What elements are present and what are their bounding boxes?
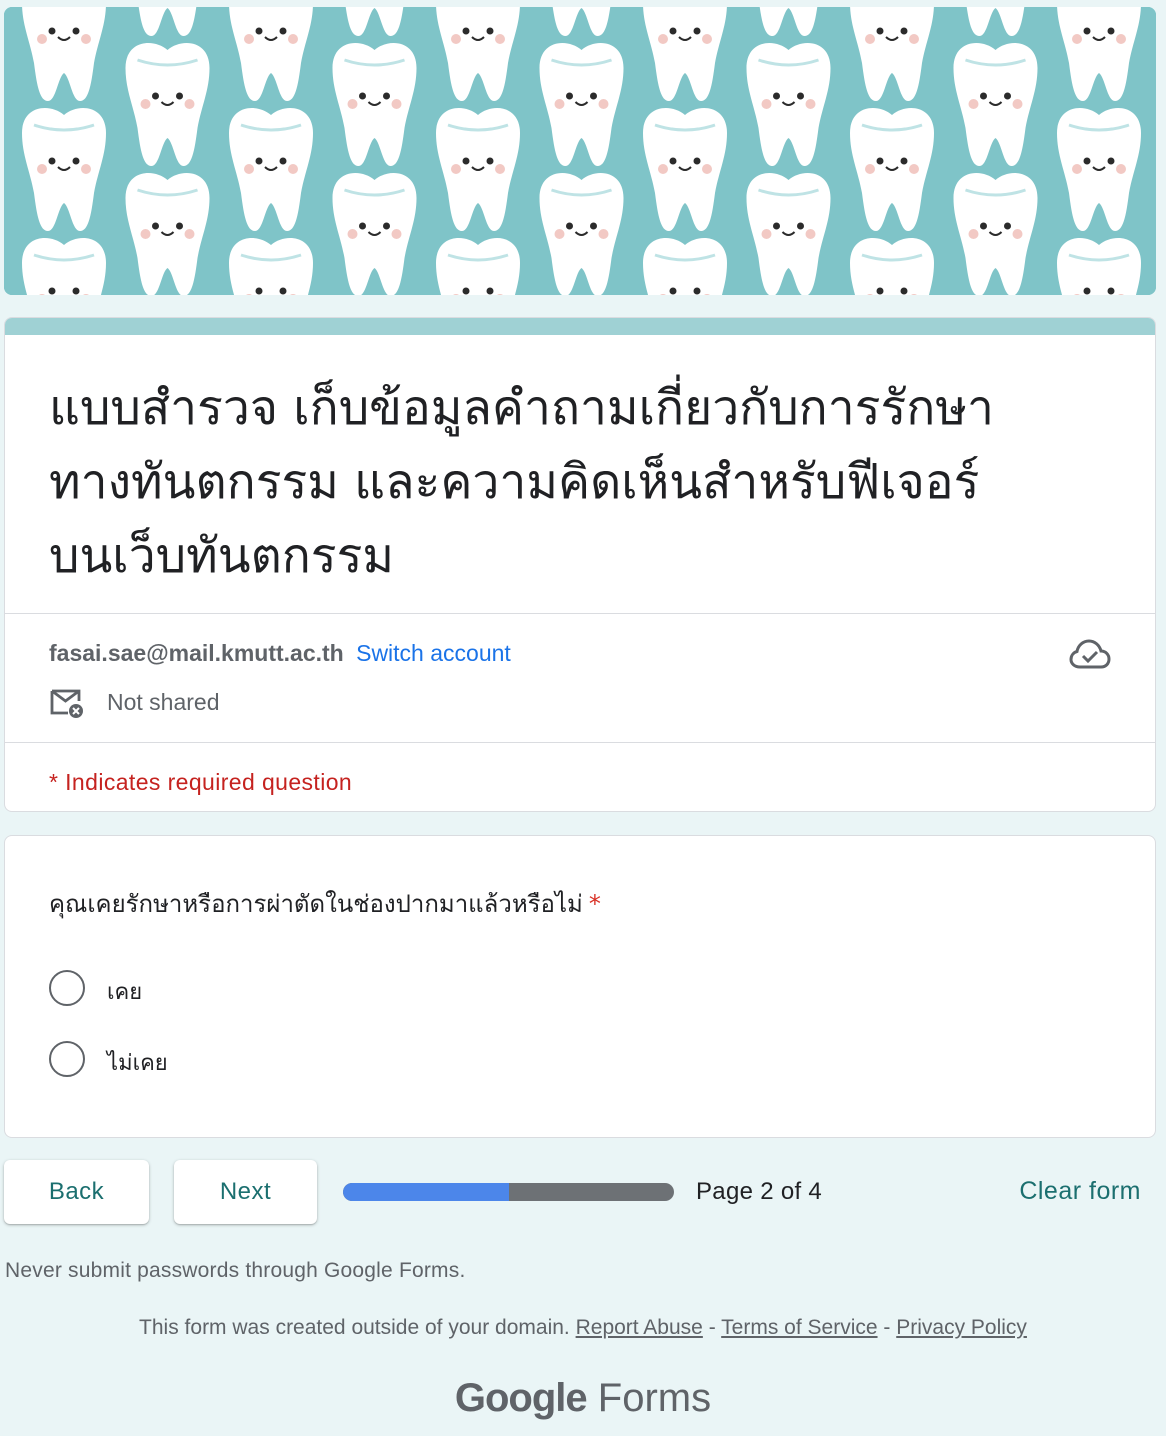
question-card: คุณเคยรักษาหรือการผ่าตัดในช่องปากมาแล้วห… — [4, 835, 1156, 1138]
option-row[interactable]: เคย — [49, 968, 449, 1008]
account-section: fasai.sae@mail.kmutt.ac.th Switch accoun… — [5, 614, 1155, 743]
radio-button[interactable] — [49, 970, 85, 1006]
privacy-link[interactable]: Privacy Policy — [896, 1316, 1027, 1339]
option-label: เคย — [107, 980, 143, 1005]
theme-accent-bar — [5, 318, 1155, 335]
progress-bar — [343, 1183, 674, 1201]
clear-form-button[interactable]: Clear form — [1019, 1177, 1141, 1206]
tooth-icon — [20, 236, 108, 295]
header-banner — [4, 7, 1156, 295]
logo-google: Google — [454, 1376, 588, 1420]
terms-link[interactable]: Terms of Service — [721, 1316, 877, 1339]
not-shared-label: Not shared — [107, 689, 220, 715]
separator: - — [883, 1316, 891, 1339]
form-title-line: บนเว็บทันตกรรม — [49, 528, 394, 584]
progress-bar-fill — [343, 1183, 509, 1201]
report-abuse-link[interactable]: Report Abuse — [576, 1316, 703, 1339]
question-title: คุณเคยรักษาหรือการผ่าตัดในช่องปากมาแล้วห… — [49, 884, 601, 923]
back-button[interactable]: Back — [4, 1160, 149, 1224]
separator: - — [708, 1316, 716, 1339]
switch-account-link[interactable]: Switch account — [356, 640, 511, 666]
form-title-line: แบบสำรวจ เก็บข้อมูลคำถามเกี่ยวกับการรักษ… — [49, 380, 994, 436]
tooth-icon — [1055, 236, 1143, 295]
tooth-icon — [641, 236, 729, 295]
tooth-icon — [227, 236, 315, 295]
account-email-row: fasai.sae@mail.kmutt.ac.th Switch accoun… — [49, 640, 511, 667]
logo-forms: Forms — [597, 1376, 712, 1420]
domain-note: This form was created outside of your do… — [139, 1316, 570, 1339]
required-note: * Indicates required question — [49, 769, 353, 795]
title-card: แบบสำรวจ เก็บข้อมูลคำถามเกี่ยวกับการรักษ… — [4, 317, 1156, 812]
password-warning: Never submit passwords through Google Fo… — [5, 1259, 466, 1282]
mail-not-shared-icon — [50, 689, 83, 718]
account-email: fasai.sae@mail.kmutt.ac.th — [49, 640, 344, 666]
cloud-check-icon — [1069, 639, 1111, 669]
form-page: แบบสำรวจ เก็บข้อมูลคำถามเกี่ยวกับการรักษ… — [0, 0, 1166, 1436]
footer-links: This form was created outside of your do… — [0, 1316, 1166, 1340]
option-row[interactable]: ไม่เคย — [49, 1039, 449, 1079]
tooth-pattern-icon — [4, 7, 1156, 295]
form-title-line: ทางทันตกรรม และความคิดเห็นสำหรับฟีเจอร์ — [49, 454, 980, 510]
google-forms-logo[interactable]: Google Forms — [0, 1376, 1166, 1421]
required-asterisk: * — [588, 890, 601, 918]
question-text: คุณเคยรักษาหรือการผ่าตัดในช่องปากมาแล้วห… — [49, 890, 583, 918]
radio-button[interactable] — [49, 1041, 85, 1077]
form-title: แบบสำรวจ เก็บข้อมูลคำถามเกี่ยวกับการรักษ… — [5, 335, 1155, 614]
page-indicator: Page 2 of 4 — [696, 1178, 823, 1205]
tooth-icon — [434, 236, 522, 295]
tooth-icon — [848, 236, 936, 295]
option-label: ไม่เคย — [107, 1051, 168, 1076]
next-button[interactable]: Next — [174, 1160, 317, 1224]
